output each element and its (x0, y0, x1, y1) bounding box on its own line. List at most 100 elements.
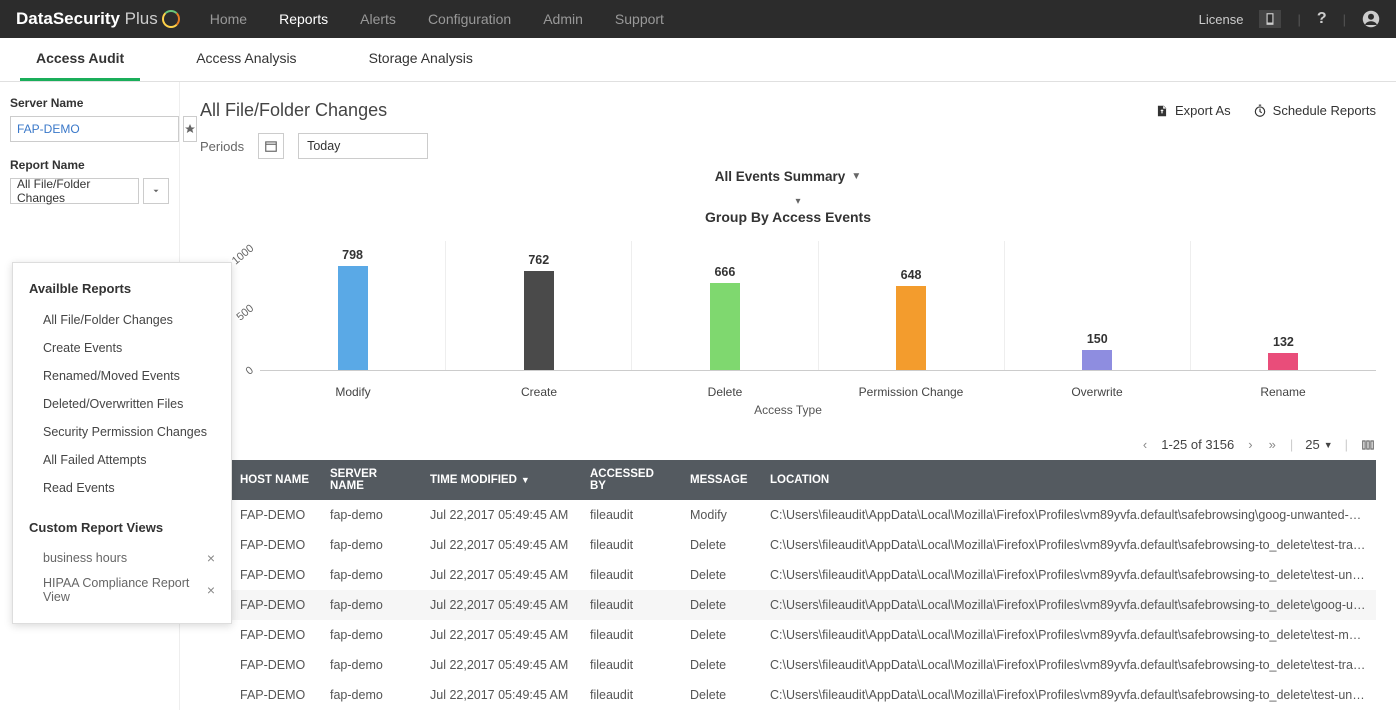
brand-suffix: Plus (125, 9, 158, 29)
custom-view-business-hours[interactable]: business hours × (13, 545, 231, 571)
calendar-button[interactable] (258, 133, 284, 159)
server-pick-button[interactable] (183, 116, 197, 142)
nav-home[interactable]: Home (210, 11, 247, 27)
th-time[interactable]: TIME MODIFIED▼ (420, 460, 580, 500)
tab-access-analysis[interactable]: Access Analysis (180, 38, 312, 81)
y-tick: 0 (243, 364, 255, 377)
table-cell: Jul 22,2017 05:49:45 AM (420, 530, 580, 560)
table-cell: fileaudit (580, 620, 680, 650)
pager-last[interactable]: » (1267, 437, 1278, 452)
tab-storage-analysis[interactable]: Storage Analysis (353, 38, 489, 81)
nav-support[interactable]: Support (615, 11, 664, 27)
table-header: HOST NAME SERVER NAME TIME MODIFIED▼ ACC… (200, 460, 1376, 500)
phone-icon[interactable] (1259, 10, 1281, 28)
table-row[interactable]: FAP-DEMOfap-demoJul 22,2017 05:49:45 AMf… (200, 650, 1376, 680)
report-item-renamed[interactable]: Renamed/Moved Events (13, 362, 231, 390)
reports-dropdown: Availble Reports All File/Folder Changes… (12, 262, 232, 624)
bar-group: 150 (1005, 241, 1191, 370)
table-cell: fap-demo (320, 530, 420, 560)
table-cell: fileaudit (580, 500, 680, 530)
bar-group: 762 (446, 241, 632, 370)
table-cell: fileaudit (580, 650, 680, 680)
schedule-reports-label: Schedule Reports (1273, 103, 1376, 118)
table-controls: ‹ 1-25 of 3156 › » | 25 ▼ | (200, 427, 1376, 460)
content: All File/Folder Changes Export As Schedu… (180, 82, 1396, 710)
help-icon[interactable]: ? (1317, 10, 1327, 28)
y-tick: 500 (234, 302, 256, 323)
table-row[interactable]: FAP-DEMOfap-demoJul 22,2017 05:49:45 AMf… (200, 590, 1376, 620)
th-accessed-by[interactable]: ACCESSED BY (580, 460, 680, 500)
table-row[interactable]: FAP-DEMOfap-demoJul 22,2017 05:49:45 AMf… (200, 500, 1376, 530)
report-item-read[interactable]: Read Events (13, 474, 231, 502)
export-as-button[interactable]: Export As (1155, 103, 1231, 118)
server-name-label: Server Name (10, 96, 169, 110)
table-cell: Delete (680, 620, 760, 650)
period-value: Today (307, 139, 340, 153)
th-location[interactable]: LOCATION (760, 460, 1376, 500)
th-host[interactable]: HOST NAME (230, 460, 320, 500)
bar[interactable] (1082, 350, 1112, 370)
table-cell: fap-demo (320, 680, 420, 710)
table-cell: fap-demo (320, 500, 420, 530)
columns-toggle-button[interactable] (1360, 438, 1376, 452)
user-avatar-icon[interactable] (1362, 10, 1380, 28)
bar-value-label: 666 (714, 265, 735, 279)
table-cell: C:\Users\fileaudit\AppData\Local\Mozilla… (760, 560, 1376, 590)
bar-group: 666 (632, 241, 818, 370)
table-cell: fileaudit (580, 530, 680, 560)
custom-view-label: business hours (43, 551, 127, 565)
report-item-deleted[interactable]: Deleted/Overwritten Files (13, 390, 231, 418)
report-item-security[interactable]: Security Permission Changes (13, 418, 231, 446)
pager-next[interactable]: › (1246, 437, 1254, 452)
table-row[interactable]: FAP-DEMOfap-demoJul 22,2017 05:49:45 AMf… (200, 620, 1376, 650)
table-cell: FAP-DEMO (230, 530, 320, 560)
nav-admin[interactable]: Admin (543, 11, 583, 27)
chevron-down-icon: ▾ (795, 196, 800, 207)
bar[interactable] (896, 286, 926, 370)
report-name-dropdown-button[interactable] (143, 178, 169, 204)
license-link[interactable]: License (1199, 12, 1244, 27)
report-item-all-changes[interactable]: All File/Folder Changes (13, 306, 231, 334)
schedule-reports-button[interactable]: Schedule Reports (1253, 103, 1376, 118)
server-name-input[interactable] (10, 116, 179, 142)
table-cell: Jul 22,2017 05:49:45 AM (420, 680, 580, 710)
th-message[interactable]: MESSAGE (680, 460, 760, 500)
pager-prev[interactable]: ‹ (1141, 437, 1149, 452)
sidebar: Server Name Report Name All File/Folder … (0, 82, 180, 710)
table-cell (200, 620, 230, 650)
close-icon[interactable]: × (207, 550, 215, 566)
summary-dropdown[interactable]: All Events Summary ▼ (200, 169, 1376, 184)
nav-reports[interactable]: Reports (279, 11, 328, 27)
chevron-down-icon: ▼ (1324, 440, 1333, 450)
report-item-create[interactable]: Create Events (13, 334, 231, 362)
report-item-failed[interactable]: All Failed Attempts (13, 446, 231, 474)
events-table: HOST NAME SERVER NAME TIME MODIFIED▼ ACC… (200, 460, 1376, 710)
table-cell: Delete (680, 530, 760, 560)
x-label: Delete (632, 381, 818, 399)
bar[interactable] (1268, 353, 1298, 370)
tab-access-audit[interactable]: Access Audit (20, 38, 140, 81)
brand-logo: DataSecurity Plus (16, 9, 180, 29)
bar[interactable] (524, 271, 554, 370)
nav-alerts[interactable]: Alerts (360, 11, 396, 27)
bar[interactable] (338, 266, 368, 370)
period-select[interactable]: Today (298, 133, 428, 159)
custom-view-hipaa[interactable]: HIPAA Compliance Report View × (13, 571, 231, 609)
nav-configuration[interactable]: Configuration (428, 11, 511, 27)
page-size-select[interactable]: 25 ▼ (1305, 437, 1332, 452)
th-time-label: TIME MODIFIED (430, 474, 517, 486)
brand-name: DataSecurity (16, 9, 120, 29)
close-icon[interactable]: × (207, 582, 215, 598)
table-row[interactable]: FAP-DEMOfap-demoJul 22,2017 05:49:45 AMf… (200, 560, 1376, 590)
bar[interactable] (710, 283, 740, 370)
table-row[interactable]: FAP-DEMOfap-demoJul 22,2017 05:49:45 AMf… (200, 530, 1376, 560)
table-cell: FAP-DEMO (230, 560, 320, 590)
th-server[interactable]: SERVER NAME (320, 460, 420, 500)
table-row[interactable]: FAP-DEMOfap-demoJul 22,2017 05:49:45 AMf… (200, 680, 1376, 710)
bar-value-label: 150 (1087, 332, 1108, 346)
table-cell: Modify (680, 500, 760, 530)
chart-title: Group By Access Events (200, 209, 1376, 225)
pager-range: 1-25 of 3156 (1161, 437, 1234, 452)
table-cell: FAP-DEMO (230, 620, 320, 650)
report-name-select[interactable]: All File/Folder Changes (10, 178, 139, 204)
